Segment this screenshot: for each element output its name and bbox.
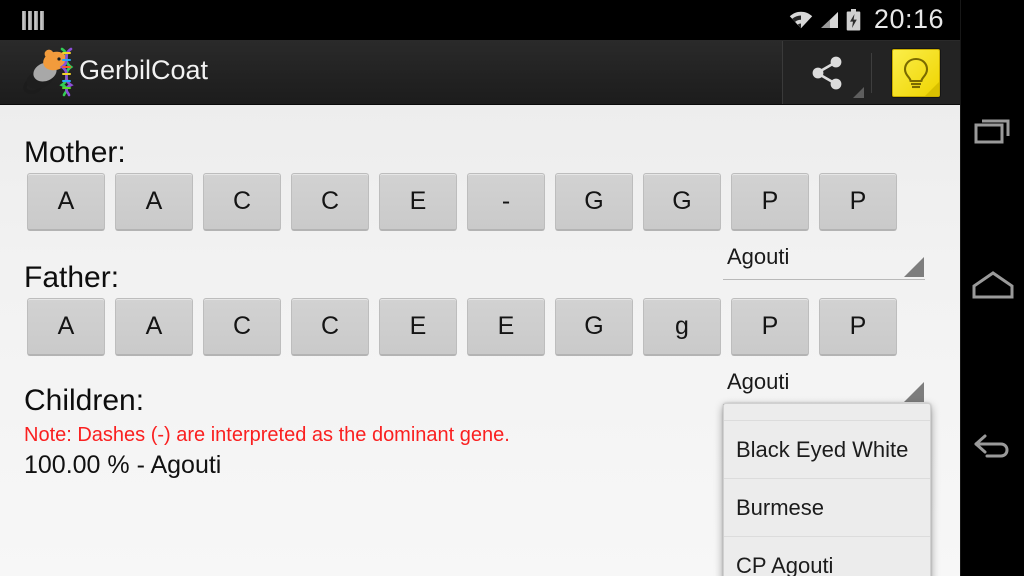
- spinner-triangle-icon: [904, 257, 924, 277]
- navigation-bar: [960, 0, 1024, 576]
- gerbil-dna-logo: [18, 45, 76, 97]
- note-button[interactable]: [872, 41, 960, 104]
- spinner-triangle-icon: [904, 382, 924, 402]
- gene-button[interactable]: A: [27, 173, 105, 231]
- mother-coat-spinner[interactable]: Agouti: [723, 242, 925, 280]
- father-spinner-value: Agouti: [727, 369, 790, 394]
- lightbulb-note-icon: [892, 48, 940, 97]
- dropdown-item[interactable]: Black Eyed White: [724, 421, 930, 479]
- gene-button[interactable]: G: [555, 173, 633, 231]
- recents-button[interactable]: [961, 92, 1024, 172]
- share-button[interactable]: [783, 41, 871, 104]
- status-bar-clock: 20:16: [873, 3, 944, 34]
- gene-button[interactable]: C: [291, 173, 369, 231]
- app-title: GerbilCoat: [79, 55, 209, 85]
- mother-gene-row: A A C C E - G G P P: [27, 173, 897, 231]
- gene-button[interactable]: G: [555, 298, 633, 356]
- gene-button[interactable]: g: [643, 298, 721, 356]
- gene-button[interactable]: -: [467, 173, 545, 231]
- mother-spinner-value: Agouti: [727, 244, 790, 269]
- children-note: Note: Dashes (-) are interpreted as the …: [24, 424, 510, 446]
- home-icon: [972, 271, 1014, 299]
- children-result-item: 100.00 % - Agouti: [24, 451, 222, 479]
- father-coat-spinner[interactable]: Agouti: [723, 367, 925, 405]
- gene-button[interactable]: A: [115, 173, 193, 231]
- notification-bars-icon: [22, 11, 46, 30]
- phone-viewport: 20:16 GerbilCoat Mother: Agouti A A C C …: [0, 0, 960, 576]
- battery-charging-icon: [846, 9, 861, 31]
- back-button[interactable]: [961, 405, 1024, 485]
- gene-button[interactable]: A: [27, 298, 105, 356]
- gene-button[interactable]: A: [115, 298, 193, 356]
- gene-button[interactable]: E: [379, 173, 457, 231]
- wifi-icon: [789, 11, 813, 29]
- share-dropdown-triangle-icon: [853, 87, 864, 98]
- status-bar: 20:16: [0, 0, 960, 40]
- gene-button[interactable]: P: [819, 298, 897, 356]
- home-button[interactable]: [961, 245, 1024, 325]
- back-icon: [974, 434, 1009, 458]
- dropdown-item[interactable]: CP Agouti: [724, 537, 930, 576]
- gene-button[interactable]: C: [203, 173, 281, 231]
- gene-button[interactable]: C: [203, 298, 281, 356]
- children-label: Children:: [24, 384, 145, 417]
- device-screen: 20:16 GerbilCoat Mother: Agouti A A C C …: [0, 0, 1024, 576]
- gene-button[interactable]: C: [291, 298, 369, 356]
- status-bar-right: 20:16: [789, 0, 944, 40]
- action-bar-buttons: [782, 41, 960, 104]
- gene-button[interactable]: P: [731, 173, 809, 231]
- gene-button[interactable]: G: [643, 173, 721, 231]
- gene-button[interactable]: E: [467, 298, 545, 356]
- gene-button[interactable]: P: [819, 173, 897, 231]
- father-gene-row: A A C C E E G g P P: [27, 298, 897, 356]
- dropdown-item[interactable]: Burmese: [724, 479, 930, 537]
- coat-type-dropdown[interactable]: Black Eyed White Burmese CP Agouti CP Da…: [723, 403, 931, 576]
- father-label: Father:: [24, 261, 120, 294]
- gene-button[interactable]: E: [379, 298, 457, 356]
- main-content: Mother: Agouti A A C C E - G G P P Fathe…: [0, 105, 960, 576]
- recents-icon: [974, 119, 1010, 144]
- gene-button[interactable]: P: [731, 298, 809, 356]
- dropdown-top-edge: [724, 404, 930, 421]
- share-icon: [812, 56, 842, 89]
- mother-label: Mother:: [24, 136, 126, 169]
- cell-signal-icon: [820, 11, 839, 29]
